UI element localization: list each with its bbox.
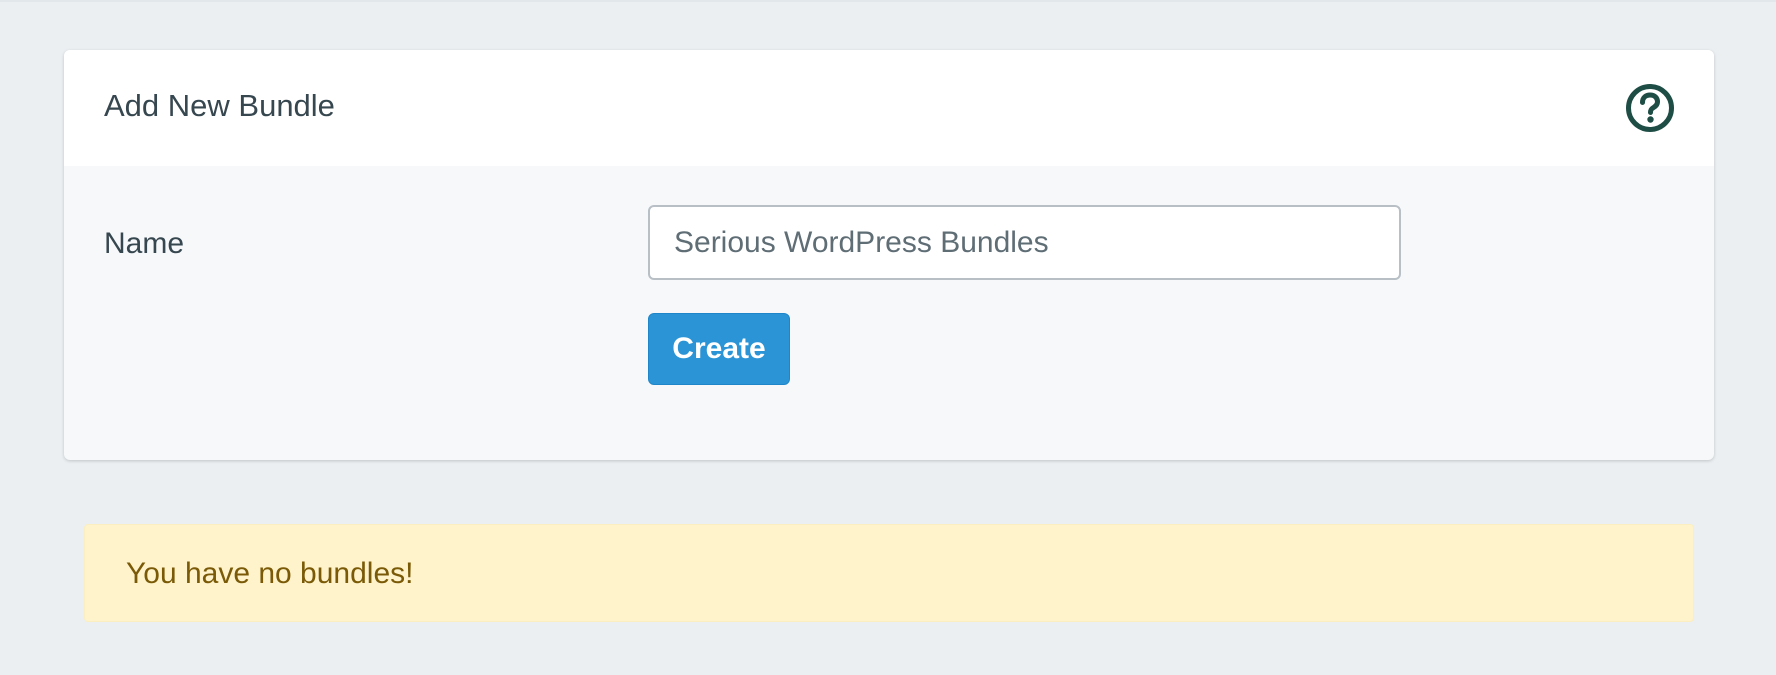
panel-body: Name Create xyxy=(64,166,1714,460)
create-button[interactable]: Create xyxy=(648,313,790,385)
panel-header: Add New Bundle xyxy=(64,50,1714,166)
add-bundle-panel: Add New Bundle Name Create xyxy=(64,50,1714,460)
question-circle-icon[interactable] xyxy=(1625,83,1675,133)
question-circle-icon-graphic xyxy=(1626,84,1674,132)
alert-message: You have no bundles! xyxy=(126,557,414,590)
name-label: Name xyxy=(104,227,185,260)
panel-title: Add New Bundle xyxy=(104,88,335,123)
name-input[interactable] xyxy=(648,205,1401,280)
no-bundles-alert: You have no bundles! xyxy=(84,524,1694,622)
